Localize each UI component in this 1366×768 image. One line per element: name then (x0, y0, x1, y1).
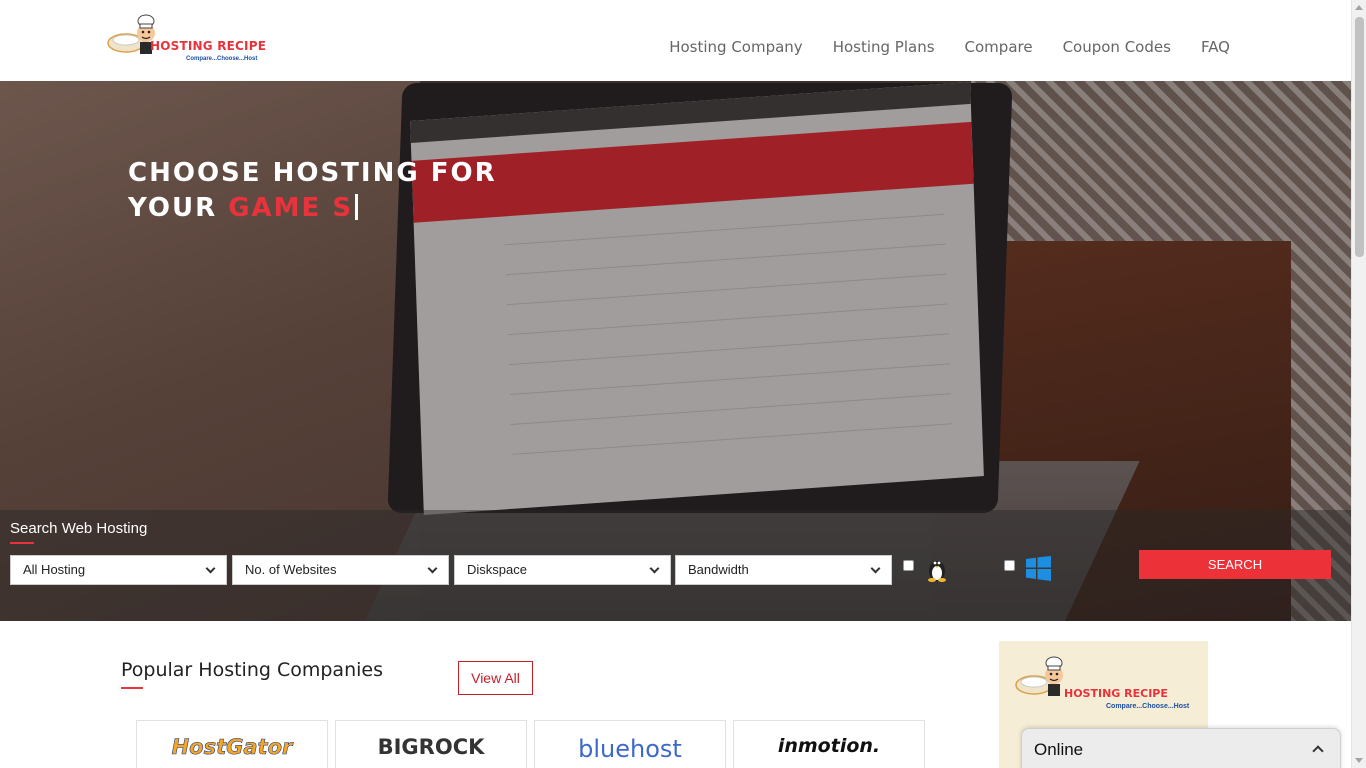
nav-coupon-codes[interactable]: Coupon Codes (1063, 38, 1171, 56)
search-title: Search Web Hosting (10, 520, 148, 537)
chevron-down-icon (870, 563, 881, 574)
ad-logo-tagline: Compare...Choose...Host (1106, 703, 1190, 710)
site-logo[interactable]: HOSTING RECIPE Compare...Choose...Host (106, 13, 266, 67)
view-all-button[interactable]: View All (458, 661, 533, 695)
bandwidth-value: Bandwidth (688, 562, 749, 577)
search-button[interactable]: SEARCH (1139, 550, 1331, 579)
windows-icon (1026, 556, 1051, 581)
diskspace-value: Diskspace (467, 562, 527, 577)
linux-icon (928, 561, 946, 582)
ad-logo-name: HOSTING RECIPE (1064, 687, 1168, 700)
hero-headline: CHOOSE HOSTING FOR YOUR GAME S (128, 156, 497, 226)
bandwidth-select[interactable]: Bandwidth (675, 555, 892, 585)
company-card-inmotion[interactable]: inmotion. (733, 720, 925, 768)
scroll-up-arrow-icon[interactable] (1355, 5, 1363, 10)
logo-tagline: Compare...Choose...Host (186, 56, 258, 62)
nav-hosting-plans[interactable]: Hosting Plans (833, 38, 935, 56)
company-card-hostgator[interactable]: HostGator (136, 720, 328, 768)
main-nav: Hosting Company Hosting Plans Compare Co… (669, 38, 1230, 56)
search-title-underline (10, 542, 34, 544)
popular-section-underline (121, 687, 143, 689)
nav-faq[interactable]: FAQ (1201, 38, 1230, 56)
hero-headline-prefix: YOUR (128, 193, 218, 223)
nav-hosting-company[interactable]: Hosting Company (669, 38, 802, 56)
websites-value: No. of Websites (245, 562, 337, 577)
site-header: HOSTING RECIPE Compare...Choose...Host H… (0, 0, 1351, 81)
chef-logo-icon (107, 14, 155, 54)
typing-caret (355, 194, 359, 220)
hero-headline-line1: CHOOSE HOSTING FOR (128, 158, 497, 188)
websites-select[interactable]: No. of Websites (232, 555, 449, 585)
page-scrollbar[interactable] (1351, 0, 1366, 768)
scrollbar-thumb[interactable] (1355, 17, 1364, 257)
search-panel: Search Web Hosting All Hosting No. of We… (0, 510, 1351, 621)
bluehost-logo: bluehost (578, 735, 682, 763)
live-chat-widget[interactable]: Online (1021, 728, 1341, 768)
page: HOSTING RECIPE Compare...Choose...Host H… (0, 0, 1366, 768)
hostgator-logo: HostGator (171, 735, 293, 760)
company-card-bigrock[interactable]: BIGROCK (335, 720, 527, 768)
company-card-bluehost[interactable]: bluehost (534, 720, 726, 768)
scroll-down-arrow-icon[interactable] (1355, 758, 1363, 763)
popular-section-title: Popular Hosting Companies (121, 659, 383, 681)
hosting-type-value: All Hosting (23, 562, 86, 577)
logo-name: HOSTING RECIPE (150, 39, 267, 53)
chevron-down-icon (427, 563, 438, 574)
nav-compare[interactable]: Compare (965, 38, 1033, 56)
chevron-down-icon (649, 563, 660, 574)
inmotion-logo: inmotion. (777, 735, 881, 757)
hosting-type-select[interactable]: All Hosting (10, 555, 227, 585)
hero-banner: CHOOSE HOSTING FOR YOUR GAME S Search We… (0, 81, 1351, 621)
windows-checkbox[interactable] (1004, 560, 1015, 571)
hero-headline-line2: YOUR GAME S (128, 191, 497, 226)
diskspace-select[interactable]: Diskspace (454, 555, 671, 585)
hero-headline-accent: GAME S (228, 193, 354, 223)
chat-status: Online (1034, 740, 1084, 759)
chevron-up-icon[interactable] (1312, 745, 1324, 757)
bigrock-logo: BIGROCK (377, 735, 485, 759)
chevron-down-icon (205, 563, 216, 574)
linux-checkbox[interactable] (903, 560, 914, 571)
